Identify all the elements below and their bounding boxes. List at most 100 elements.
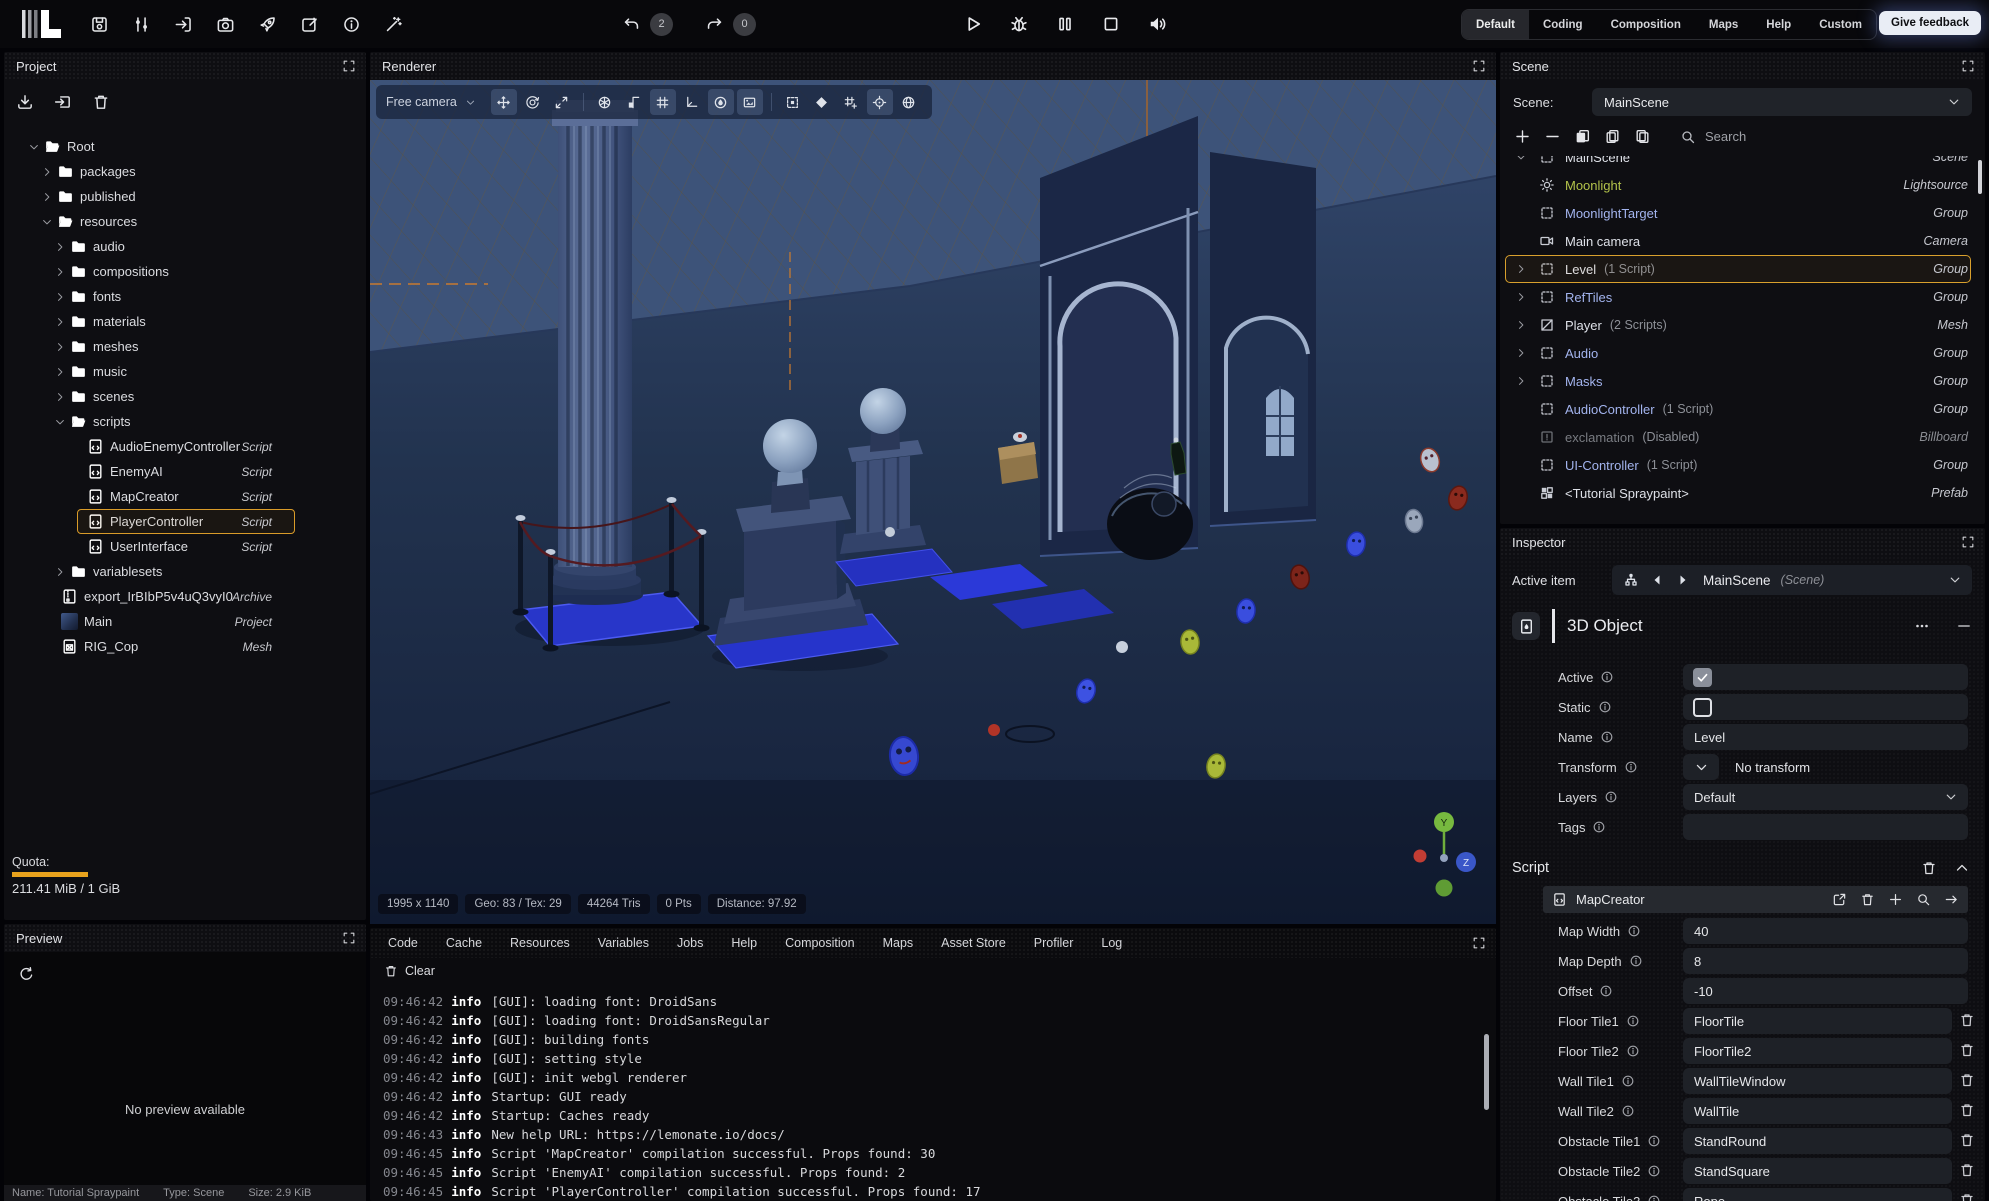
scale-tool-button[interactable] (549, 89, 575, 115)
tree-item-scripts[interactable]: scripts (4, 409, 366, 434)
prop-value-field[interactable]: WallTileWindow (1683, 1068, 1952, 1094)
tree-item-root[interactable]: Root (4, 134, 366, 159)
scene-item-moonlight[interactable]: MoonlightLightsource (1500, 171, 1985, 199)
search-input[interactable] (1705, 129, 1825, 144)
chevron-up-icon[interactable] (1954, 860, 1970, 876)
trash-icon[interactable] (1959, 1102, 1975, 1118)
prop-value-field[interactable]: Rope (1683, 1188, 1952, 1201)
expand-icon[interactable] (1472, 59, 1486, 73)
tree-item-playercontroller[interactable]: PlayerControllerScript (4, 509, 366, 534)
tree-item-main-project[interactable]: MainProject (4, 609, 366, 634)
edit-icon[interactable] (300, 15, 319, 34)
tree-item-rig-cop[interactable]: RIG_CopMesh (4, 634, 366, 659)
tab-help[interactable]: Help (1752, 10, 1805, 39)
prop-value-field[interactable]: 8 (1683, 948, 1968, 974)
globe-button[interactable] (896, 89, 922, 115)
scene-item-level[interactable]: Level(1 Script)Group (1500, 255, 1985, 283)
expand-icon[interactable] (1961, 535, 1975, 549)
tab-jobs[interactable]: Jobs (663, 936, 717, 950)
scrollbar-thumb[interactable] (1484, 1034, 1489, 1110)
snap-button[interactable] (621, 89, 647, 115)
chevron-down-icon[interactable] (54, 416, 66, 428)
trash-icon[interactable] (92, 93, 110, 111)
chevron-right-icon[interactable] (54, 566, 66, 578)
static-checkbox[interactable] (1693, 698, 1712, 717)
tree-item-export-archive[interactable]: export_IrBIbP5v4uQ3vyI0Archive (4, 584, 366, 609)
tab-profiler[interactable]: Profiler (1020, 936, 1088, 950)
undo-icon[interactable] (622, 15, 641, 34)
scene-item-moonlighttarget[interactable]: MoonlightTargetGroup (1500, 199, 1985, 227)
camera-mode-select[interactable]: Free camera (386, 95, 488, 109)
chevron-right-icon[interactable] (54, 366, 66, 378)
prop-value-field[interactable]: 40 (1683, 918, 1968, 944)
search-icon[interactable] (1916, 892, 1931, 907)
chevron-right-icon[interactable] (54, 241, 66, 253)
stop-icon[interactable] (1101, 14, 1121, 34)
expand-icon[interactable] (1472, 936, 1486, 950)
import-icon[interactable] (174, 15, 193, 34)
add-icon[interactable] (1514, 128, 1531, 145)
tree-item-audioenemycontroller[interactable]: AudioEnemyControllerScript (4, 434, 366, 459)
3d-viewport[interactable]: Y Z Free camera (370, 80, 1496, 924)
add-icon[interactable] (1888, 892, 1903, 907)
tree-item-packages[interactable]: packages (4, 159, 366, 184)
tree-item-enemyai[interactable]: EnemyAIScript (4, 459, 366, 484)
tree-item-fonts[interactable]: fonts (4, 284, 366, 309)
diamond-button[interactable] (809, 89, 835, 115)
tab-help[interactable]: Help (717, 936, 771, 950)
prop-value-field[interactable]: StandRound (1683, 1128, 1952, 1154)
copy-icon[interactable] (1604, 128, 1621, 145)
tab-asset-store[interactable]: Asset Store (927, 936, 1020, 950)
tree-item-variablesets[interactable]: variablesets (4, 559, 366, 584)
prop-value-field[interactable]: WallTile (1683, 1098, 1952, 1124)
scene-item-main-camera[interactable]: Main cameraCamera (1500, 227, 1985, 255)
collapse-minus-icon[interactable] (1956, 618, 1972, 634)
chevron-right-icon[interactable] (1515, 291, 1527, 303)
more-options-icon[interactable] (1914, 618, 1930, 634)
scene-item-mainscene[interactable]: MainSceneScene (1500, 156, 1985, 171)
image-button[interactable] (737, 89, 763, 115)
launch-rocket-icon[interactable] (258, 15, 277, 34)
paste-icon[interactable] (1634, 128, 1651, 145)
expand-icon[interactable] (342, 59, 356, 73)
tab-maps[interactable]: Maps (1695, 10, 1752, 39)
prop-value-field[interactable]: -10 (1683, 978, 1968, 1004)
tree-item-scenes[interactable]: scenes (4, 384, 366, 409)
tree-item-published[interactable]: published (4, 184, 366, 209)
prop-value-field[interactable]: StandSquare (1683, 1158, 1952, 1184)
trash-icon[interactable] (1959, 1042, 1975, 1058)
scene-item-ui-controller[interactable]: UI-Controller(1 Script)Group (1500, 451, 1985, 479)
chevron-right-icon[interactable] (1515, 375, 1527, 387)
chevron-down-icon[interactable] (1949, 574, 1961, 586)
scene-item-reftiles[interactable]: RefTilesGroup (1500, 283, 1985, 311)
tab-composition[interactable]: Composition (771, 936, 868, 950)
trash-icon[interactable] (1959, 1162, 1975, 1178)
tree-item-compositions[interactable]: compositions (4, 259, 366, 284)
prop-value-field[interactable]: FloorTile2 (1683, 1038, 1952, 1064)
name-input[interactable] (1694, 730, 1957, 745)
chevron-right-icon[interactable] (54, 266, 66, 278)
trash-icon[interactable] (1959, 1192, 1975, 1201)
scene-select-dropdown[interactable]: MainScene (1592, 88, 1972, 116)
tab-maps[interactable]: Maps (869, 936, 928, 950)
prop-value-field[interactable]: FloorTile (1683, 1008, 1952, 1034)
script-component-bar[interactable]: MapCreator (1543, 886, 1968, 913)
magic-wand-icon[interactable] (384, 15, 403, 34)
tags-field[interactable] (1683, 814, 1968, 840)
axes-button[interactable] (679, 89, 705, 115)
chevron-right-icon[interactable] (54, 291, 66, 303)
move-tool-button[interactable] (491, 89, 517, 115)
expand-icon[interactable] (342, 931, 356, 945)
active-item-widget[interactable]: MainScene (Scene) (1612, 565, 1972, 595)
tab-custom[interactable]: Custom (1805, 10, 1876, 39)
tab-default[interactable]: Default (1462, 10, 1529, 39)
scene-item-tutorial-spraypaint[interactable]: <Tutorial Spraypaint>Prefab (1500, 479, 1985, 507)
chevron-right-icon[interactable] (1515, 263, 1527, 275)
trash-icon[interactable] (1959, 1072, 1975, 1088)
tab-log[interactable]: Log (1087, 936, 1136, 950)
tree-item-resources[interactable]: resources (4, 209, 366, 234)
tab-variables[interactable]: Variables (584, 936, 663, 950)
tree-item-mapcreator[interactable]: MapCreatorScript (4, 484, 366, 509)
name-field[interactable] (1683, 724, 1968, 750)
hierarchy-icon[interactable] (1623, 572, 1639, 588)
